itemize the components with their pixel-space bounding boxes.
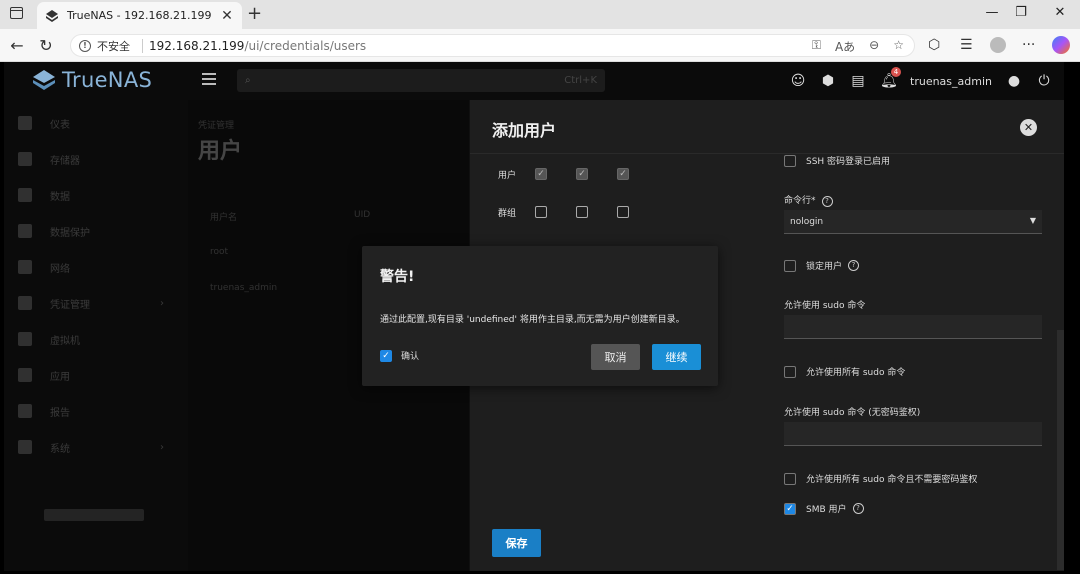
notification-badge: 4 xyxy=(891,67,902,77)
cancel-button[interactable]: 取消 xyxy=(591,344,640,370)
permission-row-group: 群组 xyxy=(498,204,658,220)
window-close-icon[interactable]: ✕ xyxy=(1050,5,1070,20)
sudo-all-nopass-checkbox[interactable] xyxy=(784,472,796,485)
username-label: truenas_admin xyxy=(910,74,992,88)
jobs-icon[interactable]: ▤ xyxy=(850,73,866,89)
perm-group-execute-checkbox[interactable] xyxy=(617,206,629,218)
lock-user-checkbox[interactable] xyxy=(784,259,796,272)
restore-icon[interactable]: ❐ xyxy=(1011,5,1031,20)
help-icon[interactable]: ? xyxy=(852,503,864,514)
hamburger-menu-icon[interactable] xyxy=(202,73,216,85)
sudo-nopass-label: 允许使用 sudo 命令 (无密码鉴权) xyxy=(784,408,921,418)
extensions-icon[interactable]: ⬡ xyxy=(928,37,940,53)
url-text: 192.168.21.199/ui/credentials/users xyxy=(149,38,367,53)
sudo-nopass-commands-input[interactable] xyxy=(784,422,1042,446)
truenas-logo[interactable]: TrueNAS xyxy=(32,68,152,92)
dropdown-arrow-icon: ▼ xyxy=(1029,216,1036,225)
save-button[interactable]: 保存 xyxy=(492,529,541,557)
tab-actions-icon[interactable] xyxy=(10,7,23,19)
notifications-icon[interactable]: 🔔︎ 4 xyxy=(880,67,902,89)
shell-select[interactable]: nologin ▼ xyxy=(784,210,1042,234)
smb-user-field: SMB 用户 ? xyxy=(784,502,864,515)
tab-title: TrueNAS - 192.168.21.199 xyxy=(67,9,212,22)
favorites-icon[interactable]: ☰ xyxy=(960,37,973,53)
shell-label: 命令行*? xyxy=(784,193,833,207)
sudo-commands-input[interactable] xyxy=(784,315,1042,339)
dialog-title: 警告! xyxy=(380,269,415,285)
perm-group-write-checkbox[interactable] xyxy=(576,206,588,218)
topbar-actions: ☺ ⬢ ▤ 🔔︎ 4 truenas_admin ● ⏻ xyxy=(790,62,1064,100)
profile-avatar[interactable] xyxy=(990,37,1006,53)
truenas-logo-icon xyxy=(33,70,55,90)
tab-close-icon[interactable]: ✕ xyxy=(220,8,234,24)
sudo-all-checkbox[interactable] xyxy=(784,365,796,378)
perm-user-execute-checkbox[interactable] xyxy=(617,168,629,180)
brand-name: TrueNAS xyxy=(62,68,153,92)
truenas-favicon-icon xyxy=(46,9,58,22)
perm-group-read-checkbox[interactable] xyxy=(535,206,547,218)
browser-tab[interactable]: TrueNAS - 192.168.21.199 ✕ xyxy=(37,2,242,29)
sudo-all-nopass-field: 允许使用所有 sudo 命令且不需要密码鉴权 xyxy=(784,472,977,485)
help-icon[interactable]: ? xyxy=(848,260,860,271)
insecure-warning-icon[interactable]: ! xyxy=(79,39,91,52)
lock-user-field: 锁定用户 ? xyxy=(784,259,860,272)
close-panel-icon[interactable]: ✕ xyxy=(1020,119,1037,136)
sudo-allowed-label: 允许使用 sudo 命令 xyxy=(784,301,866,311)
minimize-icon[interactable]: — xyxy=(982,5,1002,20)
more-menu-icon[interactable]: ··· xyxy=(1022,37,1035,53)
panel-title: 添加用户 xyxy=(492,121,557,140)
zoom-icon[interactable]: ⊖ xyxy=(869,38,879,55)
feedback-icon[interactable]: ☺ xyxy=(790,73,806,89)
favorite-star-icon[interactable]: ☆ xyxy=(893,38,904,55)
dialog-message: 通过此配置,现有目录 'undefined' 将用作主目录,而无需为用户创建新目… xyxy=(380,315,685,325)
search-shortcut-hint: Ctrl+K xyxy=(564,75,597,86)
perm-user-write-checkbox[interactable] xyxy=(576,168,588,180)
panel-scrollbar[interactable] xyxy=(1057,330,1064,570)
permission-row-user: 用户 xyxy=(498,166,658,182)
address-separator xyxy=(142,38,143,53)
browser-tabbar: TrueNAS - 192.168.21.199 ✕ + — ❐ ✕ xyxy=(0,0,1080,29)
key-icon[interactable]: ⚿ xyxy=(812,38,821,55)
insecure-label: 不安全 xyxy=(97,39,130,53)
read-aloud-icon[interactable]: Aあ xyxy=(835,38,855,55)
power-icon[interactable]: ⏻ xyxy=(1036,73,1052,89)
continue-button[interactable]: 继续 xyxy=(652,344,701,370)
sudo-all-field: 允许使用所有 sudo 命令 xyxy=(784,365,905,378)
search-icon: ⌕ xyxy=(245,75,251,86)
warning-dialog: 警告! 通过此配置,现有目录 'undefined' 将用作主目录,而无需为用户… xyxy=(362,246,718,386)
global-search-input[interactable]: ⌕ Ctrl+K xyxy=(237,69,605,92)
ssh-password-field: SSH 密码登录已启用 xyxy=(784,154,890,167)
perm-user-read-checkbox[interactable] xyxy=(535,168,547,180)
back-icon[interactable]: ← xyxy=(7,36,27,55)
app-topbar: TrueNAS ⌕ Ctrl+K ☺ ⬢ ▤ 🔔︎ 4 truenas_admin… xyxy=(4,62,1064,100)
truecommand-icon[interactable]: ⬢ xyxy=(820,73,836,89)
copilot-icon[interactable] xyxy=(1052,36,1070,54)
browser-toolbar: ← ↻ ! 不安全 192.168.21.199/ui/credentials/… xyxy=(0,29,1080,62)
smb-user-checkbox[interactable] xyxy=(784,502,796,515)
confirm-field: 确认 xyxy=(380,349,419,362)
address-bar-actions: ⚿ Aあ ⊖ ☆ xyxy=(812,38,904,55)
account-icon[interactable]: ● xyxy=(1006,73,1022,89)
confirm-checkbox[interactable] xyxy=(380,349,392,362)
reload-icon[interactable]: ↻ xyxy=(36,36,56,55)
ssh-password-checkbox[interactable] xyxy=(784,154,796,167)
new-tab-icon[interactable]: + xyxy=(247,3,262,24)
panel-header: 添加用户 ✕ xyxy=(470,100,1064,154)
truenas-app: TrueNAS ⌕ Ctrl+K ☺ ⬢ ▤ 🔔︎ 4 truenas_admin… xyxy=(4,62,1064,571)
help-icon[interactable]: ? xyxy=(821,196,833,207)
address-bar[interactable]: ! 不安全 192.168.21.199/ui/credentials/user… xyxy=(70,34,915,57)
